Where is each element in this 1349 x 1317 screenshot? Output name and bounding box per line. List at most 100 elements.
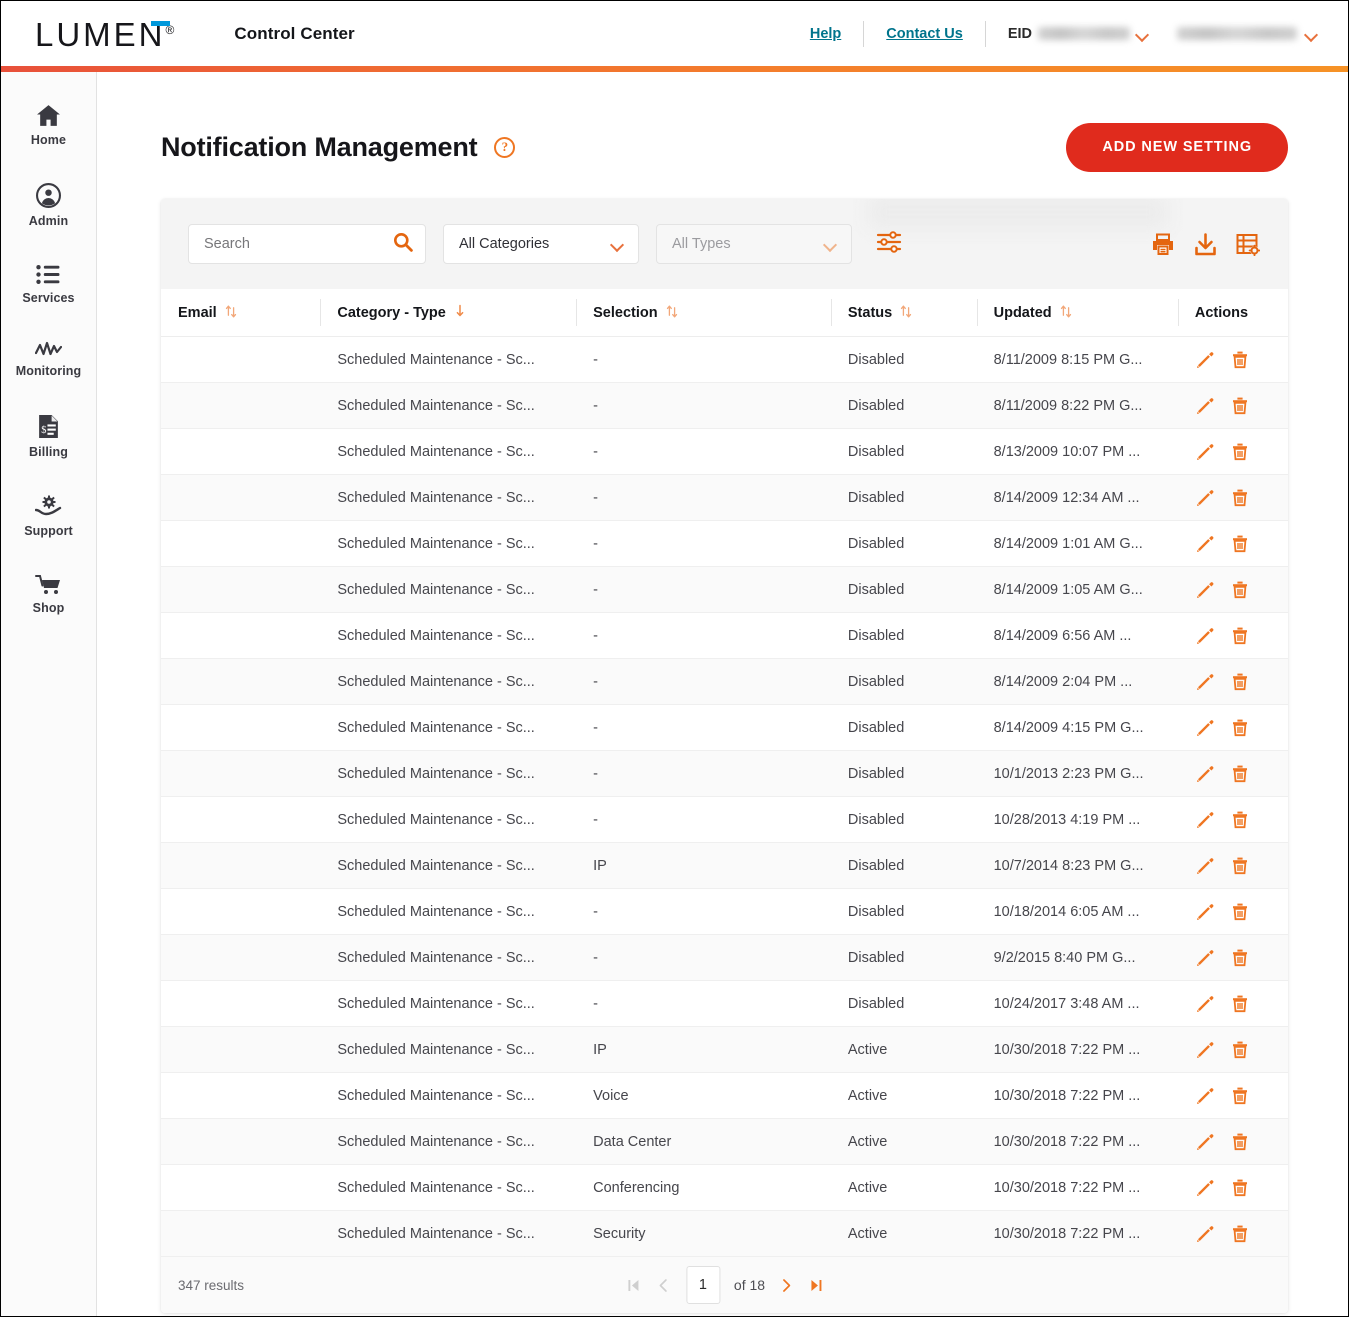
edit-pencil-icon[interactable] [1195, 1132, 1214, 1151]
first-page-icon[interactable] [618, 1270, 648, 1300]
edit-pencil-icon[interactable] [1195, 1178, 1214, 1197]
download-icon[interactable] [1194, 232, 1217, 256]
table-row[interactable]: Scheduled Maintenance - Sc... - Disabled 8/… [161, 704, 1288, 751]
advanced-filter-button[interactable] [876, 230, 902, 259]
table-row[interactable]: Scheduled Maintenance - Sc... Conferencin… [161, 1164, 1288, 1211]
column-header-status[interactable]: Status [830, 289, 977, 337]
search-box[interactable] [188, 224, 426, 264]
trash-icon[interactable] [1231, 1178, 1249, 1197]
page-number-input[interactable] [685, 1266, 720, 1304]
cell-status: Disabled [831, 567, 977, 613]
sidebar-item-billing[interactable]: $ Billing [1, 404, 96, 473]
column-header-email[interactable]: Email [161, 289, 321, 337]
status-value: Disabled [847, 673, 905, 690]
sidebar-item-home[interactable]: Home [1, 94, 96, 161]
edit-pencil-icon[interactable] [1195, 856, 1214, 875]
trash-icon[interactable] [1231, 948, 1249, 967]
eid-selector[interactable]: EID [986, 26, 1163, 42]
table-row[interactable]: Scheduled Maintenance - Sc... - Disabled 8/… [161, 612, 1288, 659]
account-selector[interactable] [1163, 27, 1324, 40]
edit-pencil-icon[interactable] [1195, 488, 1214, 507]
table-row[interactable]: Scheduled Maintenance - Sc... - Disabled 8/… [161, 520, 1288, 567]
edit-pencil-icon[interactable] [1195, 810, 1214, 829]
trash-icon[interactable] [1231, 718, 1249, 737]
trash-icon[interactable] [1231, 672, 1249, 691]
edit-pencil-icon[interactable] [1195, 902, 1214, 921]
help-link[interactable]: Help [788, 26, 863, 42]
selection-value: - [593, 765, 598, 782]
sidebar-item-support[interactable]: Support [1, 485, 96, 552]
edit-pencil-icon[interactable] [1195, 994, 1214, 1013]
edit-pencil-icon[interactable] [1195, 948, 1214, 967]
trash-icon[interactable] [1231, 442, 1249, 461]
status-value: Disabled [847, 903, 905, 920]
edit-pencil-icon[interactable] [1195, 534, 1214, 553]
trash-icon[interactable] [1231, 764, 1249, 783]
cell-email [161, 521, 320, 567]
edit-pencil-icon[interactable] [1195, 1040, 1214, 1059]
trash-icon[interactable] [1231, 1224, 1249, 1243]
trash-icon[interactable] [1231, 994, 1249, 1013]
table-row[interactable]: Scheduled Maintenance - Sc... - Disabled 8/… [161, 474, 1288, 521]
table-row[interactable]: Scheduled Maintenance - Sc... Security Act… [161, 1210, 1288, 1257]
edit-pencil-icon[interactable] [1195, 718, 1214, 737]
table-row[interactable]: Scheduled Maintenance - Sc... - Disabled 8/… [161, 566, 1288, 613]
page-help-icon[interactable]: ? [494, 136, 516, 158]
lumen-logo[interactable]: LUMEN® [35, 17, 174, 51]
column-header-selection[interactable]: Selection [576, 289, 831, 337]
table-row[interactable]: Scheduled Maintenance - Sc... - Disabled 8/… [161, 658, 1288, 705]
table-row[interactable]: Scheduled Maintenance - Sc... - Disabled 10… [161, 980, 1288, 1027]
table-row[interactable]: Scheduled Maintenance - Sc... - Disabled 10… [161, 796, 1288, 843]
table-row[interactable]: Scheduled Maintenance - Sc... IP Active 10/… [161, 1026, 1288, 1073]
edit-pencil-icon[interactable] [1195, 350, 1214, 369]
table-row[interactable]: Scheduled Maintenance - Sc... - Disabled 10… [161, 888, 1288, 935]
table-row[interactable]: Scheduled Maintenance - Sc... IP Disabled 1… [161, 842, 1288, 889]
table-row[interactable]: Scheduled Maintenance - Sc... - Disabled 9/… [161, 934, 1288, 981]
table-row[interactable]: Scheduled Maintenance - Sc... - Disabled 8/… [161, 336, 1288, 383]
prev-page-icon[interactable] [648, 1270, 678, 1300]
table-settings-icon[interactable] [1236, 233, 1260, 256]
sidebar-item-shop[interactable]: Shop [1, 564, 96, 629]
next-page-icon[interactable] [771, 1270, 801, 1300]
trash-icon[interactable] [1231, 534, 1249, 553]
category-filter-select[interactable]: All Categories [443, 224, 639, 264]
sidebar-item-admin[interactable]: Admin [1, 173, 96, 242]
edit-pencil-icon[interactable] [1195, 442, 1214, 461]
edit-pencil-icon[interactable] [1195, 764, 1214, 783]
trash-icon[interactable] [1231, 1132, 1249, 1151]
edit-pencil-icon[interactable] [1195, 626, 1214, 645]
table-row[interactable]: Scheduled Maintenance - Sc... Data Center… [161, 1118, 1288, 1165]
sidebar-item-services[interactable]: Services [1, 254, 96, 319]
trash-icon[interactable] [1231, 488, 1249, 507]
search-input[interactable] [204, 236, 393, 252]
table-row[interactable]: Scheduled Maintenance - Sc... - Disabled 10… [161, 750, 1288, 797]
trash-icon[interactable] [1231, 902, 1249, 921]
trash-icon[interactable] [1231, 350, 1249, 369]
trash-icon[interactable] [1231, 810, 1249, 829]
trash-icon[interactable] [1231, 1040, 1249, 1059]
table-row[interactable]: Scheduled Maintenance - Sc... - Disabled 8/… [161, 428, 1288, 475]
cell-email [161, 1119, 320, 1165]
table-row[interactable]: Scheduled Maintenance - Sc... Voice Active… [161, 1072, 1288, 1119]
edit-pencil-icon[interactable] [1195, 396, 1214, 415]
edit-pencil-icon[interactable] [1195, 580, 1214, 599]
edit-pencil-icon[interactable] [1195, 1224, 1214, 1243]
type-filter-select[interactable]: All Types [656, 224, 852, 264]
print-icon[interactable] [1151, 233, 1175, 256]
trash-icon[interactable] [1231, 856, 1249, 875]
page-header: Notification Management ? ADD NEW SETTIN… [161, 116, 1288, 178]
contact-us-link[interactable]: Contact Us [864, 26, 985, 42]
trash-icon[interactable] [1231, 1086, 1249, 1105]
column-header-category-type[interactable]: Category - Type [320, 289, 577, 337]
edit-pencil-icon[interactable] [1195, 672, 1214, 691]
table-row[interactable]: Scheduled Maintenance - Sc... - Disabled 8/… [161, 382, 1288, 429]
trash-icon[interactable] [1231, 396, 1249, 415]
column-header-updated[interactable]: Updated [976, 289, 1178, 337]
search-icon[interactable] [393, 232, 413, 257]
trash-icon[interactable] [1231, 580, 1249, 599]
edit-pencil-icon[interactable] [1195, 1086, 1214, 1105]
trash-icon[interactable] [1231, 626, 1249, 645]
sidebar-item-monitoring[interactable]: Monitoring [1, 331, 96, 392]
add-new-setting-button[interactable]: ADD NEW SETTING [1066, 122, 1288, 172]
last-page-icon[interactable] [801, 1270, 831, 1300]
